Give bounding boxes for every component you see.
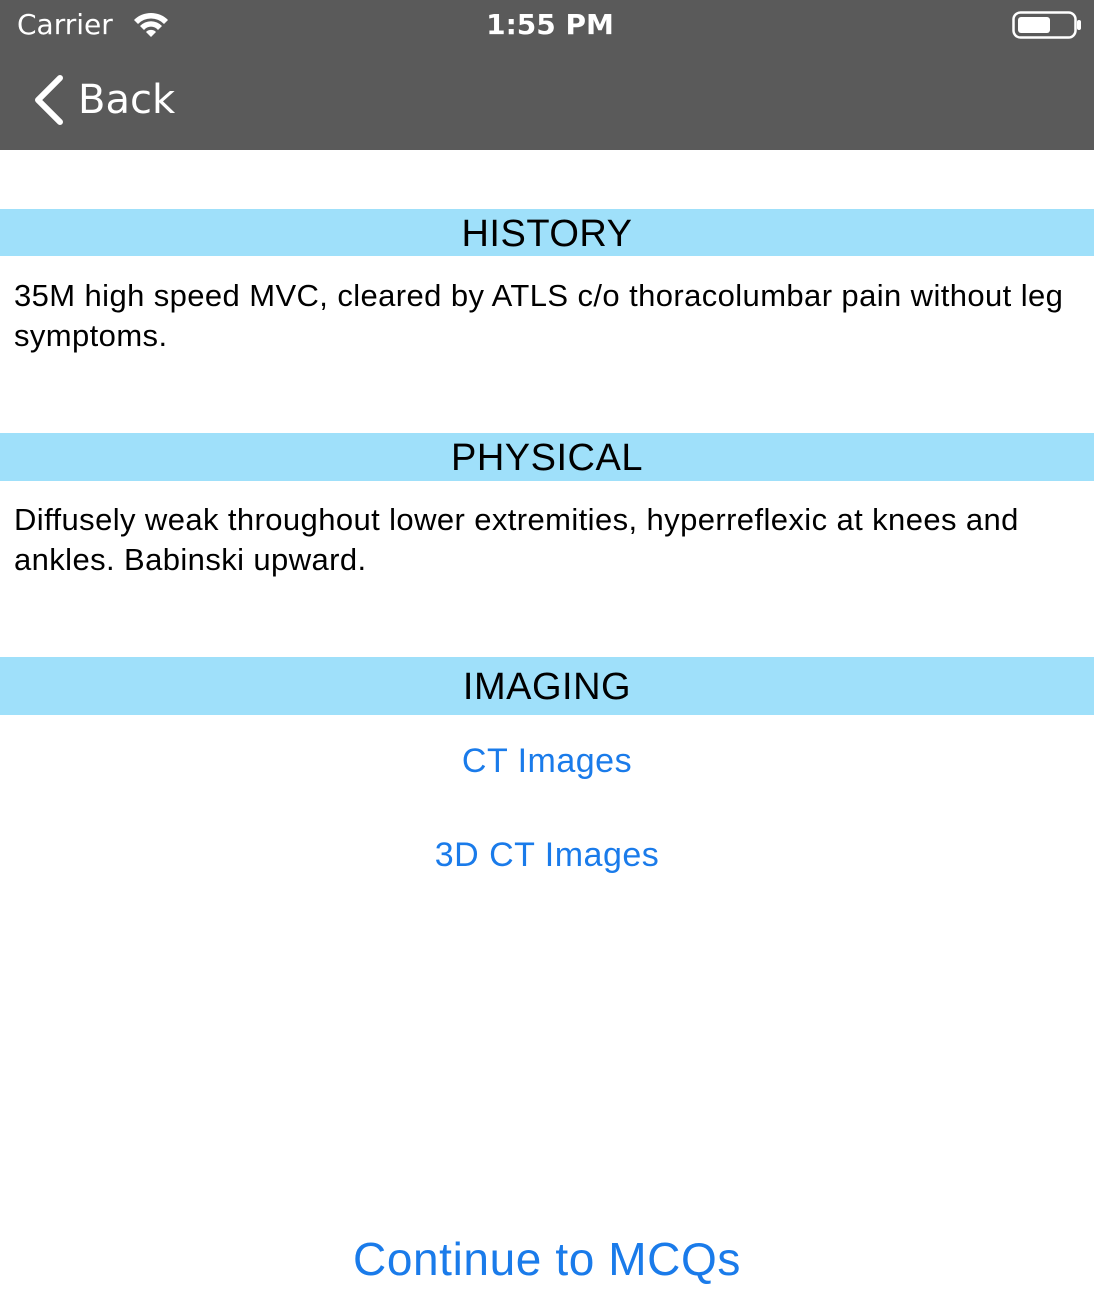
- case-screen: Carrier 1:55 PM Back HISTORY 35M high sp…: [0, 0, 1094, 1293]
- imaging-header: IMAGING: [0, 657, 1094, 715]
- chevron-left-icon: [35, 75, 63, 125]
- back-label: Back: [78, 77, 176, 123]
- ct-images-link[interactable]: CT Images: [0, 742, 1094, 781]
- back-button[interactable]: Back: [30, 70, 175, 130]
- continue-to-mcqs-button[interactable]: Continue to MCQs: [0, 1232, 1094, 1286]
- history-text: 35M high speed MVC, cleared by ATLS c/o …: [14, 278, 1064, 353]
- physical-header: PHYSICAL: [0, 433, 1094, 481]
- top-bar: Carrier 1:55 PM Back: [0, 0, 1094, 150]
- physical-text: Diffusely weak throughout lower extremit…: [14, 502, 1019, 577]
- status-time: 1:55 PM: [486, 8, 614, 41]
- history-header: HISTORY: [0, 209, 1094, 256]
- battery-icon: [1012, 11, 1081, 39]
- 3d-ct-images-link[interactable]: 3D CT Images: [0, 836, 1094, 875]
